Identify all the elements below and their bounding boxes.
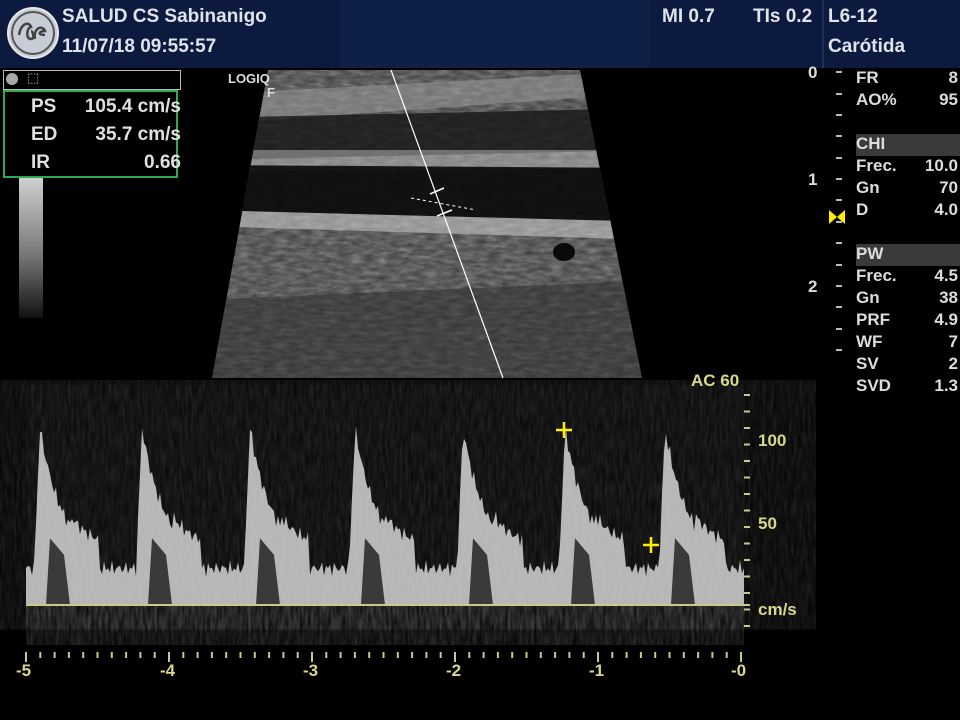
param-value: 95 [939,90,958,109]
param-value: 8 [948,68,958,87]
param-value: 38 [939,288,958,307]
chi-section-header: CHI [856,134,960,156]
depth-label-2: 2 [808,277,818,296]
pw-section-header: PW [856,244,960,266]
param-pw-frec: Frec. 4.5 [856,266,958,288]
param-pw-gn: Gn 38 [856,288,958,310]
param-value: 4.9 [934,310,958,329]
measurement-label: ED [31,124,58,145]
record-dot-icon[interactable] [6,73,18,85]
velocity-unit: cm/s [758,600,797,619]
header-divider [822,0,824,68]
param-label: Frec. [856,156,897,175]
param-label: Frec. [856,266,897,285]
header-anonymized-region [340,0,650,68]
velocity-label-50: 50 [758,514,777,533]
time-label: -5 [16,661,32,680]
angle-correction-label: AC 60 [691,371,740,390]
measurement-label: IR [31,152,50,173]
ge-logo-icon [7,7,59,59]
param-value: 7 [948,332,958,351]
param-label: AO% [856,90,897,109]
exam-datetime: 11/07/18 09:55:57 [62,36,217,57]
param-value: 2 [948,354,958,373]
depth-label-0: 0 [808,63,818,82]
param-label: SV [856,354,879,373]
logiq-watermark-sub: F [267,85,275,100]
measurement-value: 0.66 [144,152,181,173]
time-label: -1 [589,661,605,680]
measurement-label: PS [31,96,57,117]
cursor-icon[interactable]: ⬚ [27,70,39,86]
param-label: D [856,200,869,219]
site-name: SALUD CS Sabinanigo [62,6,267,27]
logiq-watermark: LOGIQ [228,71,270,86]
param-label: Gn [856,178,880,197]
time-label: -2 [446,661,462,680]
mechanical-index: MI 0.7 [662,6,715,27]
param-pw-wf: WF 7 [856,332,958,354]
param-pw-prf: PRF 4.9 [856,310,958,332]
exam-preset: Carótida [828,36,906,57]
time-label: -4 [160,661,176,680]
doppler-spectrum [25,385,750,662]
velocity-label-100: 100 [758,431,787,450]
param-label: FR [856,68,879,87]
time-label: -0 [731,661,747,680]
focus-marker-icon[interactable] [829,210,845,224]
param-value: 70 [939,178,958,197]
param-label: PRF [856,310,890,329]
param-value: 10.0 [924,156,958,175]
thermal-index: TIs 0.2 [753,6,813,27]
param-chi-frec: Frec. 10.0 [856,156,958,178]
param-ao: AO% 95 [856,90,958,112]
param-value: 4.5 [934,266,958,285]
param-fr: FR 8 [856,68,958,90]
grayscale-bar [19,178,43,318]
measurement-value: 35.7 cm/s [95,124,181,145]
depth-label-1: 1 [808,170,818,189]
time-label: -3 [303,661,319,680]
param-chi-d: D 4.0 [856,200,958,222]
param-pw-sv: SV 2 [856,354,958,376]
param-label: Gn [856,288,880,307]
param-chi-gn: Gn 70 [856,178,958,200]
measurement-results: PS 105.4 cm/s ED 35.7 cm/s IR 0.66 [3,90,181,178]
probe-name: L6-12 [828,6,878,27]
param-value: 4.0 [934,200,958,219]
param-label: WF [856,332,883,351]
measurement-value: 105.4 cm/s [84,96,181,117]
